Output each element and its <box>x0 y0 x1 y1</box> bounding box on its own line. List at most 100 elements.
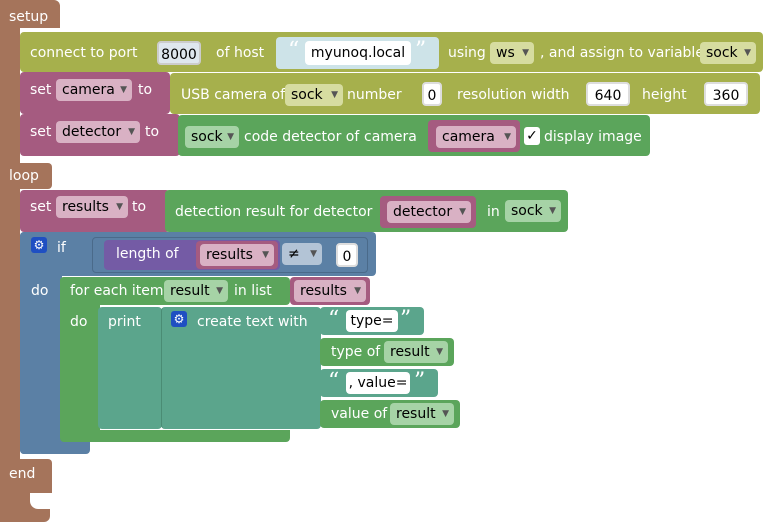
if-block-bottom <box>20 440 90 454</box>
open-quote-icon: “ <box>288 38 300 63</box>
if-label: if <box>57 240 66 256</box>
chevron-down-icon: ▼ <box>227 132 234 142</box>
close-quote-icon: ” <box>400 307 412 332</box>
resolution-width-label: resolution width <box>457 87 570 103</box>
results-variable-dropdown[interactable]: results ▼ <box>56 196 128 218</box>
for-each-spine <box>60 277 100 441</box>
in-list-label: in list <box>234 283 272 299</box>
height-label: height <box>642 87 687 103</box>
item-variable-value: result <box>170 283 210 299</box>
host-input[interactable]: myunoq.local <box>305 41 411 65</box>
for-each-item-label: for each item <box>70 283 164 299</box>
chevron-down-icon: ▼ <box>459 207 466 217</box>
close-quote-icon: ” <box>415 38 427 63</box>
sock-dropdown[interactable]: sock ▼ <box>505 200 561 222</box>
detector-getter-value: detector <box>393 204 453 220</box>
setup-label: setup <box>9 9 49 25</box>
length-of-label: length of <box>116 246 179 262</box>
camera-getter-dropdown[interactable]: camera ▼ <box>436 126 516 148</box>
operator-value: ≠ <box>288 246 300 262</box>
detector-variable-value: detector <box>62 124 122 140</box>
for-each-bottom <box>60 430 290 442</box>
do-label: do <box>70 314 88 330</box>
width-input[interactable]: 640 <box>586 82 630 106</box>
print-label: print <box>108 314 141 330</box>
chevron-down-icon: ▼ <box>504 132 511 142</box>
open-quote-icon: “ <box>328 307 340 332</box>
protocol-value: ws <box>496 45 515 61</box>
of-host-label: of host <box>216 45 265 61</box>
protocol-dropdown[interactable]: ws ▼ <box>490 42 534 64</box>
chevron-down-icon: ▼ <box>120 85 127 95</box>
to-label: to <box>145 124 160 140</box>
list-getter-value: results <box>300 283 347 299</box>
camera-number-input[interactable]: 0 <box>422 82 442 106</box>
sock-dropdown[interactable]: sock ▼ <box>285 84 343 106</box>
operator-dropdown[interactable]: ≠ ▼ <box>282 243 322 265</box>
do-label: do <box>31 283 49 299</box>
chevron-down-icon: ▼ <box>436 347 443 357</box>
chevron-down-icon: ▼ <box>116 202 123 212</box>
chevron-down-icon: ▼ <box>549 206 556 216</box>
item-variable-dropdown[interactable]: result ▼ <box>164 280 228 302</box>
port-input[interactable]: 8000 <box>157 41 201 65</box>
detector-getter-dropdown[interactable]: detector ▼ <box>387 201 471 223</box>
assign-variable-label: , and assign to variable <box>540 45 704 61</box>
gear-icon[interactable]: ⚙ <box>171 311 187 327</box>
close-quote-icon: ” <box>414 369 426 394</box>
chevron-down-icon: ▼ <box>442 409 449 419</box>
camera-getter-value: camera <box>442 129 495 145</box>
results-variable-value: results <box>62 199 109 215</box>
using-label: using <box>448 45 486 61</box>
connect-to-port-label: connect to port <box>30 45 138 61</box>
program-hat-spine <box>0 0 20 522</box>
to-label: to <box>138 82 153 98</box>
display-image-label: display image <box>544 129 642 145</box>
set-label: set <box>30 124 52 140</box>
list-getter-dropdown[interactable]: results ▼ <box>294 280 366 302</box>
chevron-down-icon: ▼ <box>744 48 751 58</box>
value-result-dropdown[interactable]: result ▼ <box>390 403 454 425</box>
chevron-down-icon: ▼ <box>128 127 135 137</box>
camera-label: camera <box>364 129 417 145</box>
sock-dropdown[interactable]: sock ▼ <box>185 126 239 148</box>
gear-icon[interactable]: ⚙ <box>31 237 47 253</box>
sock-variable-dropdown[interactable]: sock ▼ <box>700 42 756 64</box>
chevron-down-icon: ▼ <box>354 286 361 296</box>
sock-value: sock <box>191 129 223 145</box>
type-result-value: result <box>390 344 430 360</box>
create-text-with-label: create text with <box>197 314 308 330</box>
sock-value: sock <box>511 203 543 219</box>
set-label: set <box>30 199 52 215</box>
set-label: set <box>30 82 52 98</box>
results-getter-value: results <box>206 247 253 263</box>
camera-variable-dropdown[interactable]: camera ▼ <box>56 79 132 101</box>
results-getter-dropdown[interactable]: results ▼ <box>200 244 274 266</box>
program-hat-bottom-notch <box>30 493 50 509</box>
display-image-checkbox[interactable]: ✓ <box>524 127 540 145</box>
chevron-down-icon: ▼ <box>310 249 317 259</box>
detection-result-label: detection result for detector <box>175 204 373 220</box>
loop-label: loop <box>9 168 39 184</box>
detector-variable-dropdown[interactable]: detector ▼ <box>56 121 140 143</box>
code-detector-of-label: code detector of <box>244 129 360 145</box>
chevron-down-icon: ▼ <box>262 250 269 260</box>
sock-variable-value: sock <box>706 45 738 61</box>
number-label: number <box>347 87 402 103</box>
to-label: to <box>132 199 147 215</box>
if-block-spine <box>20 232 62 454</box>
open-quote-icon: “ <box>328 369 340 394</box>
text-type-input[interactable]: type= <box>346 310 398 332</box>
value-result-value: result <box>396 406 436 422</box>
type-result-dropdown[interactable]: result ▼ <box>384 341 448 363</box>
in-label: in <box>487 204 500 220</box>
chevron-down-icon: ▼ <box>522 48 529 58</box>
end-label: end <box>9 466 36 482</box>
chevron-down-icon: ▼ <box>331 90 338 100</box>
compare-value-input[interactable]: 0 <box>336 243 358 267</box>
chevron-down-icon: ▼ <box>216 286 223 296</box>
value-of-label: value of <box>331 406 388 422</box>
text-value-input[interactable]: , value= <box>346 372 410 394</box>
height-input[interactable]: 360 <box>704 82 748 106</box>
camera-variable-value: camera <box>62 82 115 98</box>
